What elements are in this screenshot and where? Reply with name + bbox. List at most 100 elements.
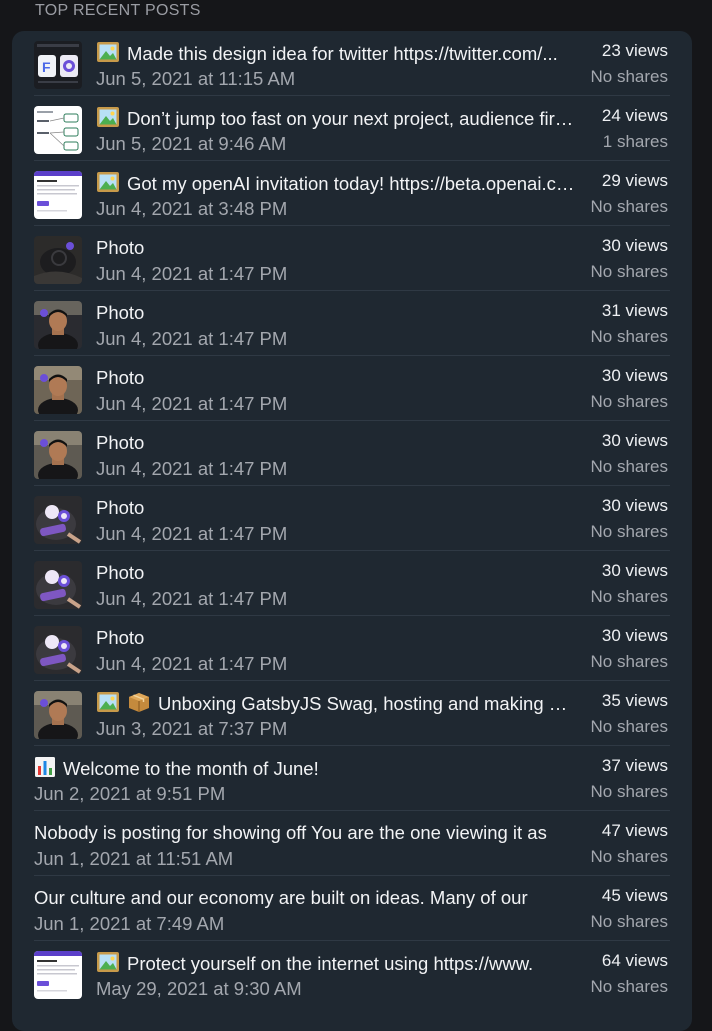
post-title-text: Photo (96, 627, 145, 648)
post-title-text: Photo (96, 562, 145, 583)
post-metrics: 64 views No shares (558, 949, 668, 999)
post-title[interactable]: Don’t jump too fast on your next project… (96, 106, 576, 130)
post-metrics: 30 views No shares (558, 624, 668, 674)
post-title[interactable]: Protect yourself on the internet using h… (96, 951, 576, 975)
framed-picture-icon (96, 171, 120, 195)
framed-picture-icon (96, 691, 120, 715)
post-title[interactable]: Photo (96, 561, 576, 585)
shares-count: 1 shares (602, 132, 668, 151)
post-metrics: 30 views No shares (558, 234, 668, 284)
web-page-screenshot-thumbnail (34, 951, 82, 999)
post-metrics: 23 views No shares (558, 39, 668, 89)
post-metrics: 30 views No shares (558, 559, 668, 609)
post-metrics: 24 views 1 shares (558, 104, 668, 154)
views-count: 30 views (601, 496, 668, 515)
post-title[interactable]: Photo (96, 626, 576, 650)
shares-count: No shares (590, 717, 668, 736)
section-title: TOP RECENT POSTS (35, 2, 201, 19)
post-row[interactable]: Photo Jun 4, 2021 at 1:47 PM 31 views No sh… (34, 291, 670, 356)
post-row[interactable]: Welcome to the month of June! Jun 2, 2021… (34, 746, 670, 811)
views-count: 30 views (601, 626, 668, 645)
post-title[interactable]: Photo (96, 496, 576, 520)
post-metrics: 35 views No shares (558, 689, 668, 739)
post-title[interactable]: Photo (96, 366, 576, 390)
views-count: 30 views (601, 366, 668, 385)
post-title[interactable]: Photo (96, 301, 576, 325)
post-title-text: Our culture and our economy are built on… (34, 887, 528, 908)
shares-count: No shares (590, 197, 668, 216)
post-title[interactable]: Photo (96, 431, 576, 455)
person-photo-thumbnail (34, 431, 82, 479)
post-date: Jun 5, 2021 at 9:46 AM (96, 133, 287, 154)
post-title-text: Photo (96, 237, 145, 258)
post-row[interactable]: Photo Jun 4, 2021 at 1:47 PM 30 views No sh… (34, 486, 670, 551)
shares-count: No shares (590, 392, 668, 411)
post-metrics: 37 views No shares (558, 754, 668, 804)
svg-text:F: F (42, 59, 51, 75)
post-row[interactable]: Nobody is posting for showing off You ar… (34, 811, 670, 876)
post-title[interactable]: Nobody is posting for showing off You ar… (34, 821, 574, 845)
views-count: 23 views (601, 41, 668, 60)
post-title-text: Welcome to the month of June! (63, 758, 319, 779)
views-count: 45 views (601, 886, 668, 905)
post-date: Jun 4, 2021 at 1:47 PM (96, 523, 288, 544)
person-photo-thumbnail (34, 366, 82, 414)
post-date: Jun 1, 2021 at 11:51 AM (34, 848, 234, 869)
post-title-text: Unboxing GatsbyJS Swag, hosting and maki… (158, 693, 576, 714)
shares-count: No shares (590, 457, 668, 476)
recent-posts-list: F Made this design idea for twitter https… (34, 31, 670, 1006)
post-row[interactable]: Our culture and our economy are built on… (34, 876, 670, 941)
post-title[interactable]: Photo (96, 236, 576, 260)
post-title-text: Photo (96, 302, 145, 323)
post-date: Jun 2, 2021 at 9:51 PM (34, 783, 226, 804)
post-metrics: 47 views No shares (558, 819, 668, 869)
post-date: Jun 4, 2021 at 1:47 PM (96, 263, 288, 284)
shares-count: No shares (590, 262, 668, 281)
views-count: 35 views (601, 691, 668, 710)
post-date: Jun 5, 2021 at 11:15 AM (96, 68, 296, 89)
post-date: Jun 3, 2021 at 7:37 PM (96, 718, 288, 739)
post-row[interactable]: Unboxing GatsbyJS Swag, hosting and maki… (34, 681, 670, 746)
shares-count: No shares (590, 522, 668, 541)
shares-count: No shares (590, 652, 668, 671)
views-count: 30 views (601, 561, 668, 580)
framed-picture-icon (96, 951, 120, 975)
post-title[interactable]: Got my openAI invitation today! https://… (96, 171, 576, 195)
shares-count: No shares (590, 587, 668, 606)
post-date: Jun 4, 2021 at 1:47 PM (96, 588, 288, 609)
post-date: Jun 1, 2021 at 7:49 AM (34, 913, 225, 934)
person-photo-thumbnail (34, 301, 82, 349)
post-row[interactable]: F Made this design idea for twitter https… (34, 31, 670, 96)
diagram-screenshot-thumbnail (34, 106, 82, 154)
post-title-text: Made this design idea for twitter https:… (127, 43, 558, 64)
post-row[interactable]: Photo Jun 4, 2021 at 1:47 PM 30 views No sh… (34, 356, 670, 421)
bar-chart-icon (34, 756, 56, 780)
post-date: Jun 4, 2021 at 1:47 PM (96, 458, 288, 479)
post-title-text: Protect yourself on the internet using h… (127, 953, 534, 974)
post-title[interactable]: Welcome to the month of June! (34, 756, 574, 780)
views-count: 47 views (601, 821, 668, 840)
post-date: May 29, 2021 at 9:30 AM (96, 978, 302, 999)
web-page-screenshot-thumbnail (34, 171, 82, 219)
post-row[interactable]: Don’t jump too fast on your next project… (34, 96, 670, 161)
post-title[interactable]: Our culture and our economy are built on… (34, 886, 574, 910)
views-count: 29 views (601, 171, 668, 190)
post-row[interactable]: Got my openAI invitation today! https://… (34, 161, 670, 226)
post-title-text: Photo (96, 497, 145, 518)
post-metrics: 45 views No shares (558, 884, 668, 934)
views-count: 64 views (601, 951, 668, 970)
post-row[interactable]: Photo Jun 4, 2021 at 1:47 PM 30 views No sh… (34, 421, 670, 486)
post-row[interactable]: Protect yourself on the internet using h… (34, 941, 670, 1006)
post-title[interactable]: Unboxing GatsbyJS Swag, hosting and maki… (96, 691, 576, 715)
post-row[interactable]: Photo Jun 4, 2021 at 1:47 PM 30 views No sh… (34, 226, 670, 291)
post-row[interactable]: Photo Jun 4, 2021 at 1:47 PM 30 views No sh… (34, 551, 670, 616)
package-icon (127, 691, 151, 715)
views-count: 30 views (601, 431, 668, 450)
shares-count: No shares (590, 847, 668, 866)
post-title[interactable]: Made this design idea for twitter https:… (96, 41, 576, 65)
post-metrics: 30 views No shares (558, 429, 668, 479)
post-title-text: Got my openAI invitation today! https://… (127, 173, 576, 194)
post-row[interactable]: Photo Jun 4, 2021 at 1:47 PM 30 views No sh… (34, 616, 670, 681)
post-title-text: Don’t jump too fast on your next project… (127, 108, 576, 129)
framed-picture-icon (96, 106, 120, 130)
